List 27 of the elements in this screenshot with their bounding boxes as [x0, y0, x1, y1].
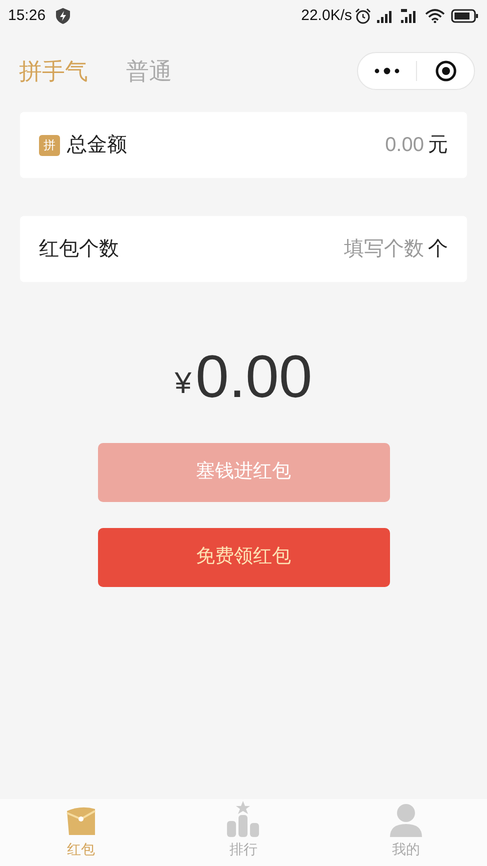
tab-bar-item[interactable]: 排行 [162, 799, 325, 866]
field-label: 总金额 [67, 133, 127, 158]
network-speed: 22.0K/s [301, 6, 352, 26]
status-time: 15:26 [8, 6, 46, 26]
unit-label: 元 [428, 133, 448, 158]
envelope-icon [65, 805, 98, 837]
text-input[interactable]: 填写个数 [119, 234, 424, 264]
input-field[interactable]: 拼 总金额 0.00 元 [20, 112, 467, 178]
amount-total: 0.00 [195, 344, 312, 410]
more-icon[interactable] [374, 67, 400, 75]
tab-bar-item[interactable]: 我的 [324, 799, 487, 866]
shield-icon [56, 8, 70, 24]
currency-symbol: ¥ [174, 366, 192, 402]
tab-bar-item[interactable]: 红包 [0, 799, 162, 866]
input-field[interactable]: 红包个数 填写个数 个 [20, 216, 467, 282]
ranking-icon [226, 801, 260, 837]
field-label: 红包个数 [39, 237, 119, 262]
person-icon [388, 803, 423, 837]
tab[interactable]: 普通 [126, 54, 172, 88]
unit-label: 个 [428, 237, 448, 262]
battery-icon [451, 9, 479, 23]
alarm-icon [355, 8, 371, 24]
badge: 拼 [39, 134, 60, 156]
text-input[interactable]: 0.00 [127, 130, 424, 160]
action-button[interactable]: 免费领红包 [98, 528, 390, 587]
wifi-icon [425, 9, 445, 23]
tab[interactable]: 拼手气 [19, 54, 88, 88]
